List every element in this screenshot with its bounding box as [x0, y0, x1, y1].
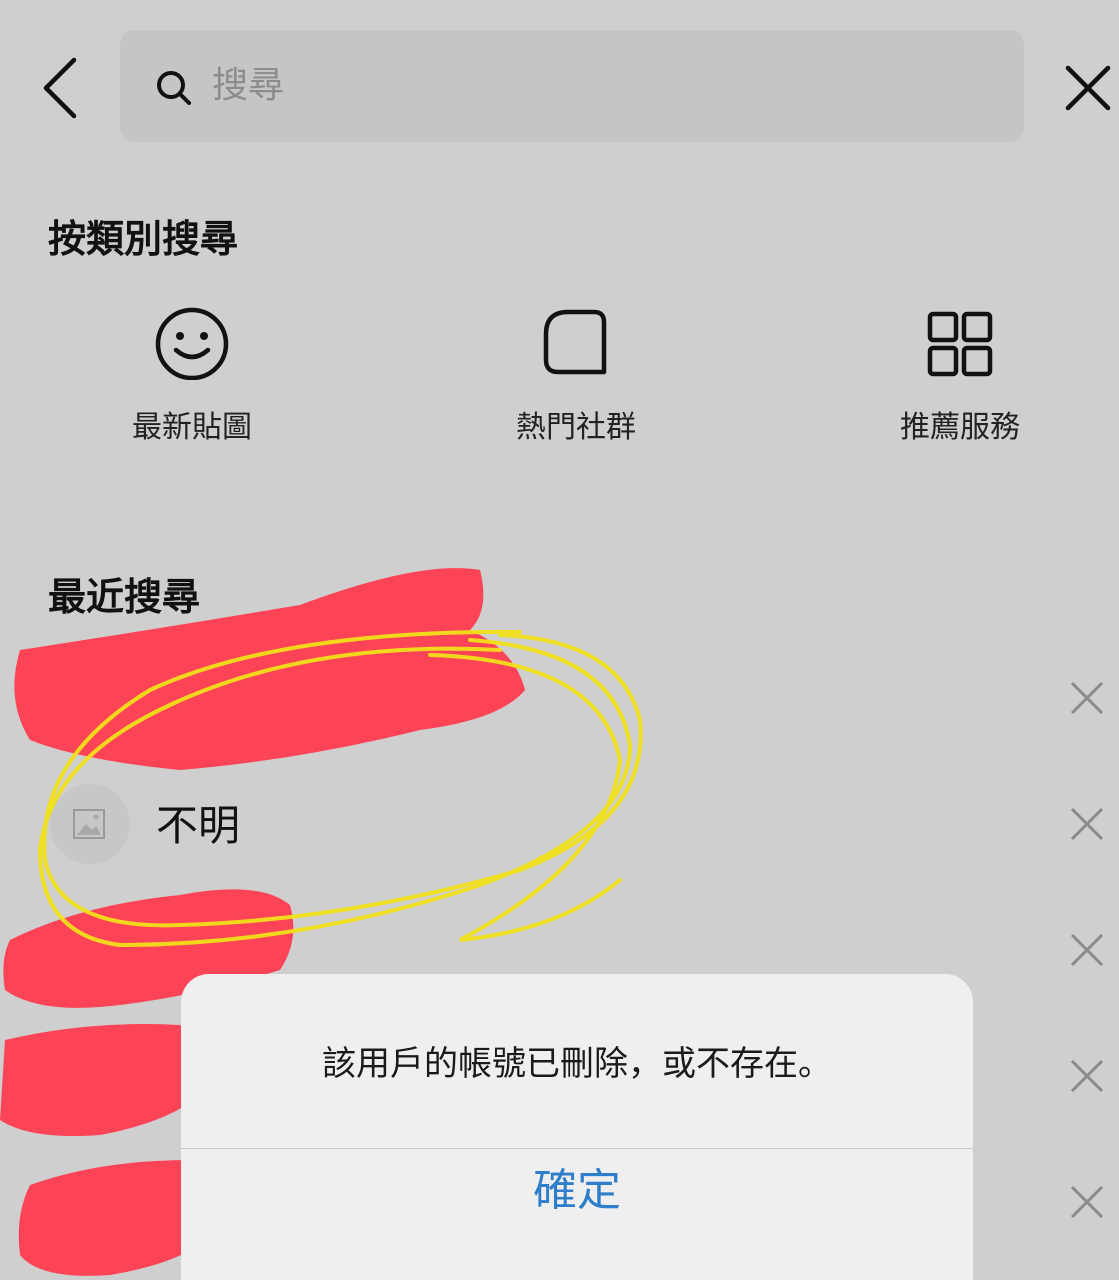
highlight-circle	[42, 629, 643, 928]
remove-recent-button[interactable]	[1069, 1058, 1105, 1094]
remove-recent-button[interactable]	[1069, 806, 1105, 842]
category-recommended-services[interactable]: 推薦服務	[850, 300, 1070, 460]
category-latest-stickers[interactable]: 最新貼圖	[82, 300, 302, 460]
category-label: 推薦服務	[900, 410, 1020, 445]
rounded-square-icon	[543, 309, 607, 375]
close-icon	[1070, 681, 1104, 715]
close-icon	[1070, 1059, 1104, 1093]
back-button[interactable]	[30, 52, 94, 124]
dialog-message: 該用戶的帳號已刪除，或不存在。	[322, 1044, 832, 1084]
highlight-circle	[428, 653, 623, 942]
confirm-button[interactable]: 確定	[181, 1149, 973, 1280]
image-placeholder-icon	[73, 809, 105, 839]
close-button[interactable]	[1060, 60, 1116, 116]
close-icon	[1070, 807, 1104, 841]
search-icon	[157, 71, 191, 105]
remove-recent-button[interactable]	[1069, 1184, 1105, 1220]
close-icon	[1065, 65, 1111, 111]
close-icon	[1070, 1185, 1104, 1219]
alert-dialog: 該用戶的帳號已刪除，或不存在。 確定	[181, 974, 973, 1280]
recent-item-name[interactable]: 不明	[156, 800, 240, 852]
search-placeholder: 搜尋	[212, 65, 285, 106]
recent-section-title: 最近搜尋	[48, 575, 201, 619]
category-section-title: 按類別搜尋	[48, 217, 239, 261]
search-input[interactable]: 搜尋	[120, 30, 1024, 142]
close-icon	[1070, 933, 1104, 967]
chevron-left-icon	[43, 57, 77, 119]
redaction-mark	[0, 1024, 211, 1136]
category-popular-communities[interactable]: 熱門社群	[466, 300, 686, 460]
remove-recent-button[interactable]	[1069, 680, 1105, 716]
grid-icon	[927, 311, 993, 377]
category-label: 熱門社群	[516, 410, 636, 445]
category-label: 最新貼圖	[132, 410, 252, 445]
avatar[interactable]	[50, 784, 130, 864]
smiley-icon	[155, 307, 229, 380]
remove-recent-button[interactable]	[1069, 932, 1105, 968]
